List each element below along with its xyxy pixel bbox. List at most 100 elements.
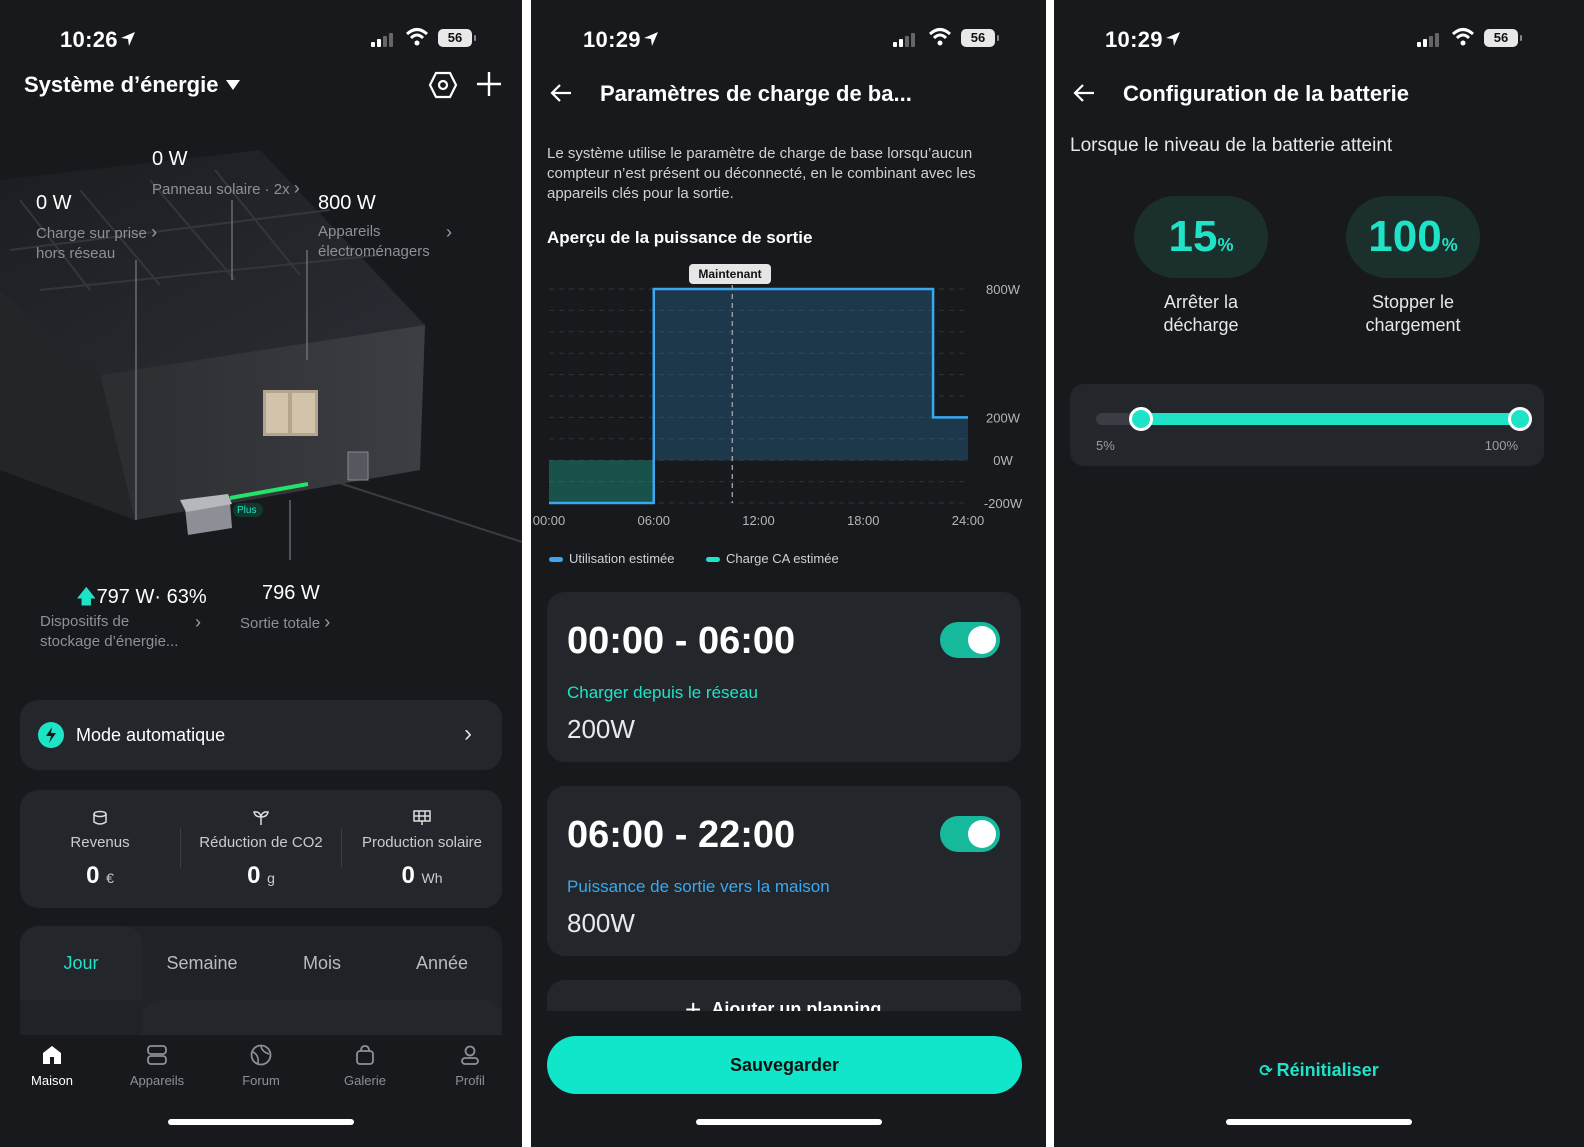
appliances-power-value: 800 W bbox=[318, 192, 376, 214]
chart-x-tick-label: 12:00 bbox=[742, 513, 775, 528]
tab-month[interactable]: Mois bbox=[262, 953, 382, 974]
status-time: 10:26 bbox=[60, 27, 118, 52]
settings-hexagon-icon[interactable] bbox=[428, 70, 458, 105]
chart-y-tick-label: -200W bbox=[984, 496, 1023, 511]
chart-x-tick-label: 24:00 bbox=[952, 513, 985, 528]
chart-x-tick-label: 18:00 bbox=[847, 513, 880, 528]
auto-mode-card[interactable]: Mode automatique › bbox=[20, 700, 502, 770]
sprout-icon bbox=[253, 811, 269, 825]
appliances-link[interactable]: Appareils › électroménagers bbox=[318, 222, 458, 262]
globe-icon bbox=[250, 1044, 272, 1066]
wifi-icon bbox=[1451, 27, 1475, 52]
legend-swatch bbox=[706, 557, 720, 563]
tab-year[interactable]: Année bbox=[382, 953, 502, 974]
schedule-mode: Charger depuis le réseau bbox=[567, 683, 758, 702]
chart-series-ac-charge-area bbox=[549, 460, 654, 503]
schedule-toggle[interactable] bbox=[940, 622, 1000, 658]
signal-icon bbox=[893, 33, 915, 47]
legend-estimated-usage: Utilisation estimée bbox=[549, 551, 675, 566]
tab-week[interactable]: Semaine bbox=[142, 953, 262, 974]
charge-limit-label: Stopper le chargement bbox=[1365, 292, 1461, 335]
location-arrow-icon bbox=[119, 30, 137, 53]
storage-power-value: 🡅797 W· 63% bbox=[76, 586, 207, 608]
total-output-link[interactable]: Sortie totale › bbox=[240, 612, 330, 633]
output-power-chart: 800W 200W 0W -200W 00:00 06:00 12:00 18:00 24:00 bbox=[531, 260, 1046, 580]
description-text: Le système utilise le paramètre de charg… bbox=[547, 145, 976, 202]
reset-button[interactable]: ⟳ Réinitialiser bbox=[1054, 1060, 1584, 1081]
nav-profile[interactable]: Profil bbox=[425, 1043, 515, 1088]
schedule-card[interactable]: 06:00 - 22:00 Puissance de sortie vers l… bbox=[547, 786, 1021, 956]
stat-revenue: Revenus 0 € bbox=[20, 790, 180, 908]
stat-co2: Réduction de CO2 0 g bbox=[181, 790, 341, 908]
schedule-power: 800W bbox=[567, 908, 635, 938]
chart-title: Aperçu de la puissance de sortie bbox=[547, 228, 813, 247]
user-icon bbox=[461, 1045, 479, 1065]
location-arrow-icon bbox=[642, 30, 660, 53]
page-title: Configuration de la batterie bbox=[1123, 81, 1410, 106]
battery-indicator: 56 bbox=[438, 29, 476, 47]
slider-max-label: 100% bbox=[1484, 438, 1518, 453]
home-icon bbox=[43, 1046, 61, 1064]
battery-range-slider-card: 5% 100% bbox=[1070, 384, 1544, 466]
back-arrow-icon[interactable] bbox=[1072, 82, 1096, 109]
nav-gallery[interactable]: Galerie bbox=[320, 1043, 410, 1088]
caret-down-icon[interactable] bbox=[225, 78, 241, 96]
legend-swatch bbox=[549, 557, 563, 563]
offgrid-charge-link[interactable]: Charge sur prise › hors réseau bbox=[36, 222, 157, 264]
save-button[interactable]: Sauvegarder bbox=[547, 1036, 1022, 1094]
solar-panel-icon bbox=[413, 810, 431, 825]
solar-power-value: 0 W bbox=[152, 148, 188, 170]
schedule-power: 200W bbox=[567, 714, 635, 744]
storage-devices-link[interactable]: Dispositifs de › stockage d’énergie... bbox=[40, 612, 205, 652]
chart-y-tick-label: 200W bbox=[986, 410, 1021, 425]
status-time: 10:29 bbox=[1105, 27, 1163, 52]
total-output-value: 796 W bbox=[262, 582, 320, 604]
home-indicator bbox=[168, 1119, 354, 1125]
wifi-icon bbox=[405, 27, 429, 52]
home-indicator bbox=[695, 1119, 882, 1125]
page-title: Paramètres de charge de ba... bbox=[600, 81, 912, 106]
discharge-limit-badge: 15% bbox=[1134, 196, 1268, 278]
slider-handle-high[interactable] bbox=[1508, 407, 1532, 431]
screen-battery-config: 10:29 56 Configuration de la batterie Lo… bbox=[1054, 0, 1584, 1147]
legend-estimated-ac-charge: Charge CA estimée bbox=[706, 551, 839, 566]
schedule-mode: Puissance de sortie vers la maison bbox=[567, 877, 830, 896]
chart-x-tick-label: 06:00 bbox=[637, 513, 670, 528]
location-arrow-icon bbox=[1164, 30, 1182, 53]
devices-icon bbox=[147, 1045, 167, 1065]
solar-panel-link[interactable]: Panneau solaire · 2x › bbox=[152, 178, 300, 199]
nav-devices[interactable]: Appareils bbox=[112, 1043, 202, 1088]
lightning-icon bbox=[38, 722, 64, 748]
page-title[interactable]: Système d’énergie bbox=[24, 72, 218, 98]
chart-x-tick-label: 00:00 bbox=[533, 513, 566, 528]
auto-mode-label: Mode automatique bbox=[76, 725, 226, 745]
tab-day[interactable]: Jour bbox=[20, 953, 142, 974]
slider-handle-low[interactable] bbox=[1128, 407, 1153, 431]
schedule-time-range: 00:00 - 06:00 bbox=[567, 620, 796, 662]
refresh-icon: ⟳ bbox=[1259, 1063, 1273, 1080]
device-badge: Plus bbox=[237, 505, 257, 516]
bottom-nav: Maison Appareils Forum Galerie Profil bbox=[0, 1035, 522, 1147]
screen-energy-system: 10:26 56 Système d’énergie Plus 0 W Pann… bbox=[0, 0, 522, 1147]
bag-icon bbox=[356, 1045, 374, 1065]
status-time: 10:29 bbox=[583, 27, 641, 52]
nav-forum[interactable]: Forum bbox=[216, 1043, 306, 1088]
nav-home[interactable]: Maison bbox=[7, 1043, 97, 1088]
slider-range-fill bbox=[1140, 413, 1520, 425]
stat-solar-production: Production solaire 0 Wh bbox=[342, 790, 502, 908]
schedule-toggle[interactable] bbox=[940, 816, 1000, 852]
screen-charge-settings: 10:29 56 Paramètres de charge de ba... L… bbox=[531, 0, 1046, 1147]
now-marker-label: Maintenant bbox=[689, 264, 771, 284]
stats-card: Revenus 0 € Réduction de CO2 0 g Product… bbox=[20, 790, 502, 908]
add-icon[interactable] bbox=[476, 71, 502, 102]
schedule-card[interactable]: 00:00 - 06:00 Charger depuis le réseau 2… bbox=[547, 592, 1021, 762]
chart-series-usage-area bbox=[653, 289, 968, 461]
arrow-up-icon: 🡅 bbox=[76, 586, 97, 608]
battery-indicator: 56 bbox=[961, 29, 999, 47]
home-indicator bbox=[1226, 1119, 1412, 1125]
house-illustration bbox=[0, 140, 522, 585]
coins-icon bbox=[93, 810, 107, 825]
slider-min-label: 5% bbox=[1096, 438, 1115, 453]
signal-icon bbox=[1417, 33, 1439, 47]
back-arrow-icon[interactable] bbox=[549, 82, 573, 109]
